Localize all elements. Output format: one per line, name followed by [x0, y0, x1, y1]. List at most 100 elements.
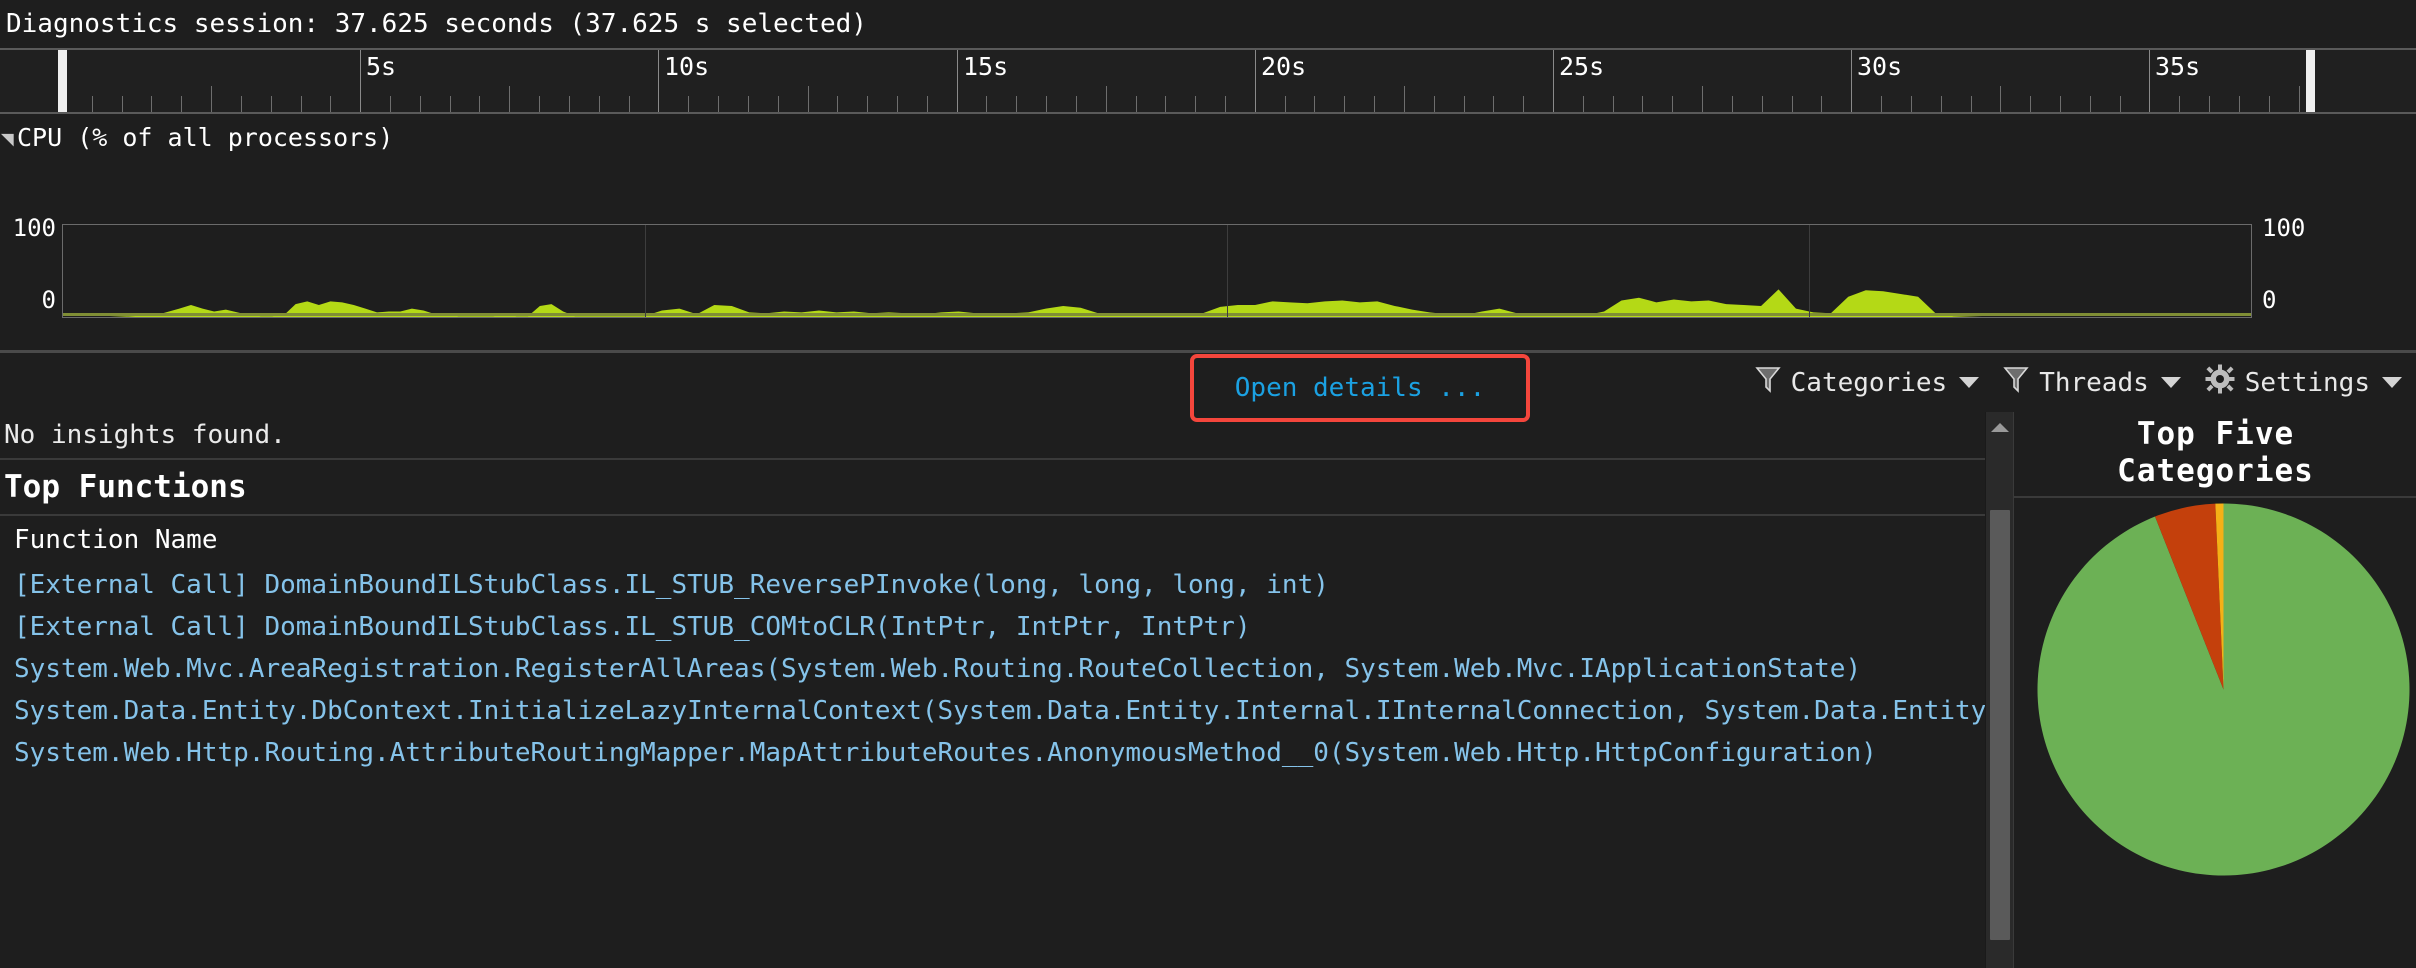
ruler-minor-tick — [151, 96, 152, 112]
ruler-minor-tick — [1732, 96, 1733, 112]
ruler-minor-tick — [688, 96, 689, 112]
timeline-ruler-track[interactable]: 5s10s15s20s25s30s35s — [0, 50, 2416, 112]
ruler-minor-tick — [1792, 96, 1793, 112]
function-name-cell: [External Call] DomainBoundILStubClass.I… — [0, 612, 1251, 642]
ruler-minor-tick — [1076, 96, 1077, 112]
ruler-tick-label: 10s — [658, 52, 709, 81]
ruler-minor-tick — [1672, 96, 1673, 112]
ruler-tick-label: 20s — [1255, 52, 1306, 81]
ruler-minor-tick — [1971, 96, 1972, 112]
ruler-minor-tick — [1881, 96, 1882, 112]
ruler-minor-tick — [1434, 96, 1435, 112]
threads-filter-button[interactable]: Threads — [2003, 365, 2181, 400]
cpu-axis-label-bottom-right: 0 — [2262, 286, 2328, 314]
settings-button[interactable]: Settings — [2205, 364, 2402, 401]
scrollbar-thumb[interactable] — [1990, 510, 2010, 940]
timeline-ruler[interactable]: 5s10s15s20s25s30s35s — [0, 48, 2416, 114]
function-list-scrollbar[interactable] — [1985, 412, 2013, 968]
ruler-minor-tick — [2179, 96, 2180, 112]
cpu-graph-panel: CPU (% of all processors) 100 0 100 0 — [0, 114, 2416, 350]
ruler-minor-tick — [599, 96, 600, 112]
function-table-column-header[interactable]: Function Name — [0, 516, 1985, 564]
categories-filter-button[interactable]: Categories — [1755, 365, 1980, 400]
open-details-label: Open details ... — [1235, 373, 1485, 403]
top-functions-list[interactable]: [External Call] DomainBoundILStubClass.I… — [0, 564, 1985, 968]
function-name-cell: System.Web.Http.Routing.AttributeRouting… — [0, 738, 1877, 768]
categories-filter-label: Categories — [1791, 368, 1948, 398]
table-row[interactable]: System.Web.Mvc.AreaRegistration.Register… — [0, 648, 1985, 690]
selection-start-handle[interactable] — [58, 50, 67, 112]
ruler-minor-tick — [748, 96, 749, 112]
function-name-cell: System.Data.Entity.DbContext.InitializeL… — [0, 696, 1985, 726]
cpu-panel-header[interactable]: CPU (% of all processors) — [0, 120, 393, 154]
top-functions-section-header: Top Functions — [0, 460, 1985, 516]
ruler-minor-tick — [778, 96, 779, 112]
cpu-gridline — [1227, 225, 1228, 317]
table-row[interactable]: System.Data.Entity.DbContext.InitializeL… — [0, 690, 1985, 732]
table-row[interactable]: [External Call] DomainBoundILStubClass.I… — [0, 564, 1985, 606]
ruler-minor-tick — [1225, 96, 1226, 112]
ruler-minor-tick — [2060, 96, 2061, 112]
top-five-categories-title-line1: Top Five — [2014, 416, 2416, 453]
selection-end-handle[interactable] — [2306, 50, 2315, 112]
ruler-tick-label: 5s — [360, 52, 396, 81]
ruler-minor-tick — [92, 96, 93, 112]
ruler-minor-tick — [1195, 96, 1196, 112]
ruler-minor-tick — [390, 96, 391, 112]
table-row[interactable]: [External Call] DomainBoundILStubClass.I… — [0, 606, 1985, 648]
ruler-minor-tick — [1523, 96, 1524, 112]
cpu-axis-label-top-left: 100 — [0, 214, 56, 242]
ruler-minor-tick — [718, 96, 719, 112]
ruler-minor-tick — [211, 86, 212, 112]
top-five-categories-title: Top Five Categories — [2014, 416, 2416, 490]
ruler-minor-tick — [450, 96, 451, 112]
insights-message: No insights found. — [0, 420, 286, 450]
ruler-minor-tick — [867, 96, 868, 112]
scrollbar-up-button[interactable] — [1986, 412, 2014, 442]
ruler-minor-tick — [301, 96, 302, 112]
cpu-utilization-chart[interactable] — [62, 224, 2252, 318]
ruler-minor-tick — [897, 96, 898, 112]
ruler-minor-tick — [1046, 96, 1047, 112]
session-title: Diagnostics session: 37.625 seconds (37.… — [0, 9, 867, 39]
ruler-minor-tick — [330, 96, 331, 112]
ruler-minor-tick — [808, 86, 809, 112]
top-functions-title: Top Functions — [0, 469, 247, 505]
function-name-column-label: Function Name — [0, 525, 218, 555]
ruler-minor-tick — [1613, 96, 1614, 112]
cpu-area-series — [63, 225, 2251, 317]
ruler-minor-tick — [539, 96, 540, 112]
ruler-minor-tick — [1165, 96, 1166, 112]
ruler-minor-tick — [2090, 96, 2091, 112]
function-name-cell: System.Web.Mvc.AreaRegistration.Register… — [0, 654, 1861, 684]
diagnostics-hub-window: Diagnostics session: 37.625 seconds (37.… — [0, 0, 2416, 968]
ruler-minor-tick — [479, 96, 480, 112]
ruler-minor-tick — [986, 96, 987, 112]
ruler-minor-tick — [1374, 96, 1375, 112]
ruler-minor-tick — [2120, 96, 2121, 112]
ruler-minor-tick — [1285, 96, 1286, 112]
ruler-minor-tick — [271, 96, 272, 112]
ruler-minor-tick — [420, 96, 421, 112]
ruler-minor-tick — [2209, 96, 2210, 112]
ruler-minor-tick — [569, 96, 570, 112]
ruler-minor-tick — [1642, 96, 1643, 112]
ruler-minor-tick — [2269, 96, 2270, 112]
chevron-down-icon[interactable] — [2161, 377, 2181, 388]
top-five-categories-title-line2: Categories — [2014, 453, 2416, 490]
threads-filter-label: Threads — [2039, 368, 2149, 398]
pie-title-divider — [2014, 496, 2416, 498]
ruler-minor-tick — [1016, 96, 1017, 112]
cpu-gridline — [645, 225, 646, 317]
cpu-panel-title: CPU (% of all processors) — [17, 123, 393, 152]
ruler-minor-tick — [927, 96, 928, 112]
chevron-down-icon[interactable] — [1959, 377, 1979, 388]
chevron-down-icon[interactable] — [2382, 377, 2402, 388]
ruler-minor-tick — [1493, 96, 1494, 112]
ruler-minor-tick — [2030, 96, 2031, 112]
open-details-button[interactable]: Open details ... — [1190, 354, 1530, 422]
ruler-minor-tick — [509, 86, 510, 112]
ruler-minor-tick — [837, 96, 838, 112]
table-row[interactable]: System.Web.Http.Routing.AttributeRouting… — [0, 732, 1985, 774]
categories-pie-chart[interactable] — [2036, 502, 2411, 877]
